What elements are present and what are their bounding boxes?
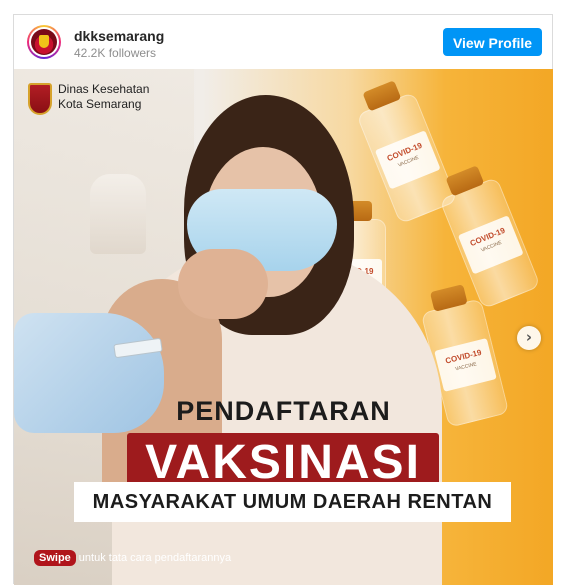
post-image[interactable]: COVID-19 VACCINE COVID-19 VACCINE COVID-19… [14, 69, 553, 585]
headline-line1: PENDAFTARAN [176, 396, 391, 426]
woman-hand [178, 249, 268, 319]
organization-name-line1: Dinas Kesehatan [58, 82, 150, 96]
view-profile-button[interactable]: View Profile [443, 28, 542, 56]
avatar[interactable] [27, 25, 61, 59]
organization-name-line2: Kota Semarang [58, 97, 142, 111]
carousel-next-button[interactable]: › [517, 326, 541, 350]
city-emblem-icon [28, 83, 52, 115]
chevron-right-icon: › [525, 328, 533, 346]
organization-name: Dinas Kesehatan Kota Semarang [58, 82, 149, 112]
swipe-hint-text: untuk tata cara pendaftarannya [78, 552, 232, 564]
follower-count: 42.2K followers [74, 46, 157, 60]
headline-line3: MASYARAKAT UMUM DAERAH RENTAN [92, 491, 493, 513]
instagram-embed-card: dkksemarang 42.2K followers View Profile… [13, 14, 553, 585]
swipe-hint: Swipe untuk tata cara pendaftarannya [34, 550, 231, 566]
post-header: dkksemarang 42.2K followers View Profile [14, 15, 552, 69]
background-lamp [90, 174, 146, 254]
swipe-badge: Swipe [34, 550, 76, 566]
username[interactable]: dkksemarang [74, 28, 164, 44]
avatar-image [31, 29, 57, 55]
